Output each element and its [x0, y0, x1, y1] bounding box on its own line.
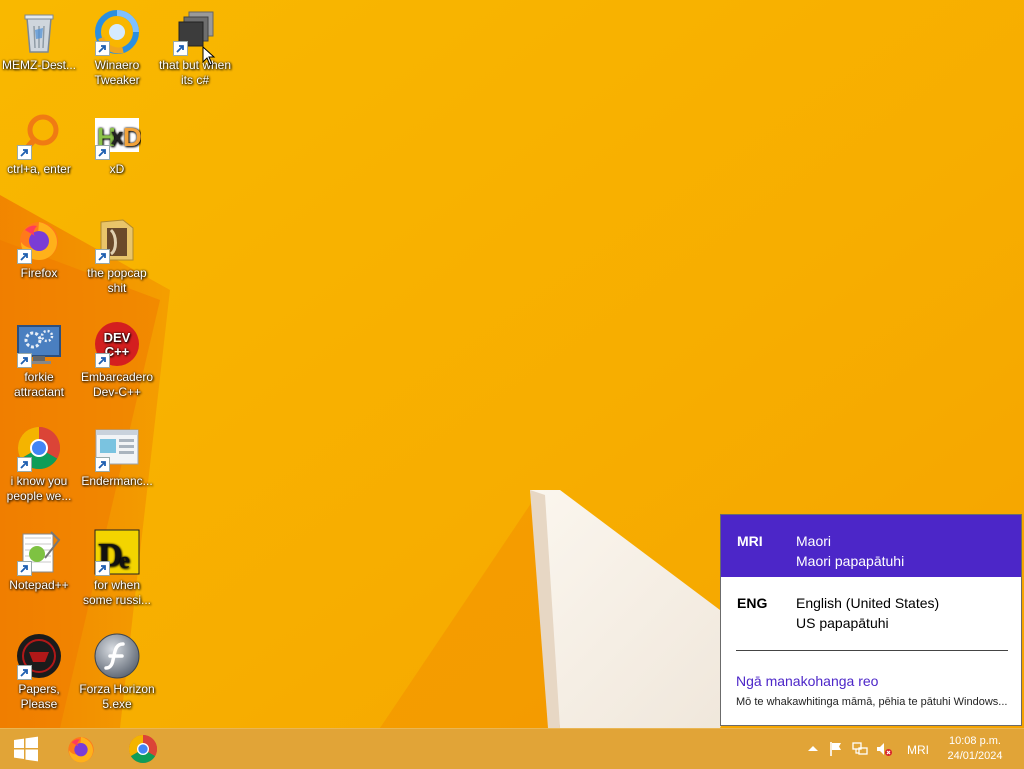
language-name: Maori	[796, 533, 832, 549]
desktop-icon-label: Forza Horizon 5.exe	[79, 682, 155, 711]
desktop-icon-winaero-tweaker[interactable]: Winaero Tweaker	[78, 8, 156, 88]
shortcut-arrow-icon	[17, 665, 32, 680]
svg-text:D: D	[123, 122, 141, 152]
shortcut-arrow-icon	[17, 145, 32, 160]
desktop-icon-label: Embarcadero Dev-C++	[80, 370, 154, 399]
action-center-flag-icon[interactable]	[828, 741, 844, 757]
shortcut-arrow-icon	[173, 41, 188, 56]
desktop-icon-popcap[interactable]: the popcap shit	[78, 216, 156, 296]
desktop-icon-xd[interactable]: H x D xD	[78, 112, 156, 177]
shortcut-arrow-icon	[95, 145, 110, 160]
language-preferences-description: Mō te whakawhitinga māmā, pēhia te pātuh…	[736, 696, 1008, 708]
taskbar-clock[interactable]: 10:08 p.m. 24/01/2024	[944, 734, 1006, 764]
desktop-icon-label: Firefox	[20, 266, 58, 280]
start-button[interactable]	[0, 729, 52, 769]
desktop-icon-chrome[interactable]: i know you people we...	[0, 424, 78, 504]
desktop-icon-label: the popcap shit	[87, 266, 147, 295]
desktop-icon-notepadpp[interactable]: Notepad++	[0, 528, 78, 593]
desktop-icon-label: Papers, Please	[18, 682, 60, 711]
desktop-icon-label: forkie attractant	[13, 370, 65, 399]
desktop-icon-label: Notepad++	[9, 578, 69, 592]
firefox-icon	[68, 737, 94, 763]
chrome-icon	[128, 735, 158, 764]
desktop-icon-ctrl-a-enter[interactable]: ctrl+a, enter	[0, 112, 78, 177]
taskbar: MRI 10:08 p.m. 24/01/2024	[0, 728, 1024, 769]
language-code: ENG	[737, 595, 768, 611]
flyout-divider	[736, 650, 1008, 651]
devcpp-icon-text-1: DEV	[104, 330, 131, 345]
desktop-icon-memz[interactable]: MEMZ-Dest...	[0, 8, 78, 73]
language-option-eng[interactable]: ENG English (United States) US papapātuh…	[721, 577, 1021, 639]
shortcut-arrow-icon	[95, 353, 110, 368]
desktop-icon-label: for when some russi...	[82, 578, 151, 607]
shortcut-arrow-icon	[95, 561, 110, 576]
desktop-icon-for-when-some-russi[interactable]: D e for when some russi...	[78, 528, 156, 608]
mouse-pointer-icon	[202, 46, 216, 66]
shortcut-arrow-icon	[17, 561, 32, 576]
desktop-icon-label: xD	[109, 162, 125, 176]
clock-time: 10:08 p.m.	[949, 735, 1001, 747]
shortcut-arrow-icon	[95, 41, 110, 56]
keyboard-layout: Maori papapātuhi	[796, 553, 905, 569]
show-hidden-icons-chevron[interactable]	[805, 741, 821, 757]
language-code: MRI	[737, 533, 763, 549]
desktop-icon-that-but-when[interactable]: that but when its c#	[156, 8, 234, 88]
language-flyout: MRI Maori Maori papapātuhi ENG English (…	[720, 514, 1022, 726]
taskbar-chrome-button[interactable]	[117, 729, 169, 769]
shortcut-arrow-icon	[17, 353, 32, 368]
desktop-icon-label: i know you people we...	[6, 474, 72, 503]
shortcut-arrow-icon	[95, 249, 110, 264]
keyboard-layout: US papapātuhi	[796, 615, 889, 631]
clock-date: 24/01/2024	[947, 750, 1003, 762]
desktop-icon-forza-horizon[interactable]: Forza Horizon 5.exe	[78, 632, 156, 712]
desktop-icon-papers-please[interactable]: Papers, Please	[0, 632, 78, 712]
desktop-icon-label: Winaero Tweaker	[94, 58, 140, 87]
desktop-icon-label: Endermanc...	[81, 474, 153, 488]
flash-icon	[94, 633, 140, 679]
shortcut-arrow-icon	[17, 249, 32, 264]
shortcut-arrow-icon	[17, 457, 32, 472]
input-language-indicator[interactable]: MRI	[907, 743, 929, 757]
windows-start-icon	[14, 736, 38, 762]
desktop-icon-label: MEMZ-Dest...	[2, 58, 76, 72]
desktop-icon-devcpp[interactable]: DEV C++ Embarcadero Dev-C++	[78, 320, 156, 400]
language-option-mri[interactable]: MRI Maori Maori papapātuhi	[721, 515, 1021, 577]
desktop-icon-endermanch[interactable]: Endermanc...	[78, 424, 156, 489]
language-name: English (United States)	[796, 595, 940, 611]
desktop-icon-label: that but when its c#	[158, 58, 232, 87]
language-preferences-link[interactable]: Ngā manakohanga reo	[736, 673, 878, 689]
volume-muted-icon[interactable]	[876, 741, 892, 757]
recycle-bin-icon	[24, 14, 54, 53]
desktop-icon-label: ctrl+a, enter	[7, 162, 71, 176]
network-icon[interactable]	[852, 741, 868, 757]
de-icon-letter-e: e	[119, 548, 130, 574]
shortcut-arrow-icon	[95, 457, 110, 472]
desktop-icon-forkie-attractant[interactable]: forkie attractant	[0, 320, 78, 400]
taskbar-firefox-button[interactable]	[55, 729, 107, 769]
desktop-icon-firefox[interactable]: Firefox	[0, 216, 78, 281]
